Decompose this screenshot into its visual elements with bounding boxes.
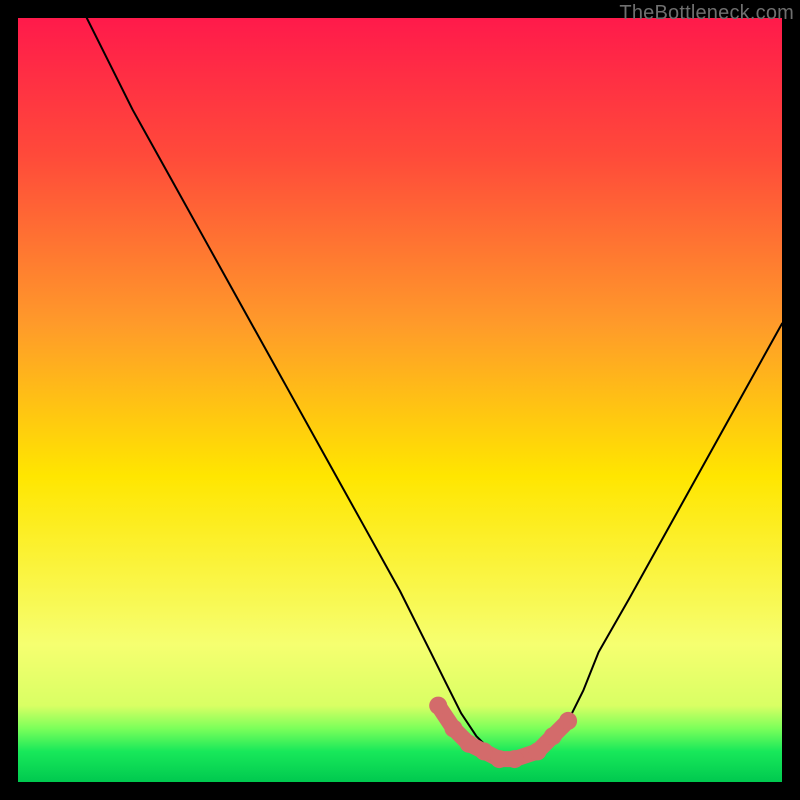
sweet-spot-point	[445, 720, 463, 738]
gradient-background	[18, 18, 782, 782]
chart-container: TheBottleneck.com	[0, 0, 800, 800]
sweet-spot-point	[529, 742, 547, 760]
sweet-spot-point	[490, 750, 508, 768]
bottleneck-plot	[18, 18, 782, 782]
source-credit: TheBottleneck.com	[619, 2, 794, 25]
sweet-spot-point	[475, 742, 493, 760]
sweet-spot-point	[544, 727, 562, 745]
sweet-spot-point	[506, 750, 524, 768]
sweet-spot-point	[429, 697, 447, 715]
sweet-spot-point	[559, 712, 577, 730]
